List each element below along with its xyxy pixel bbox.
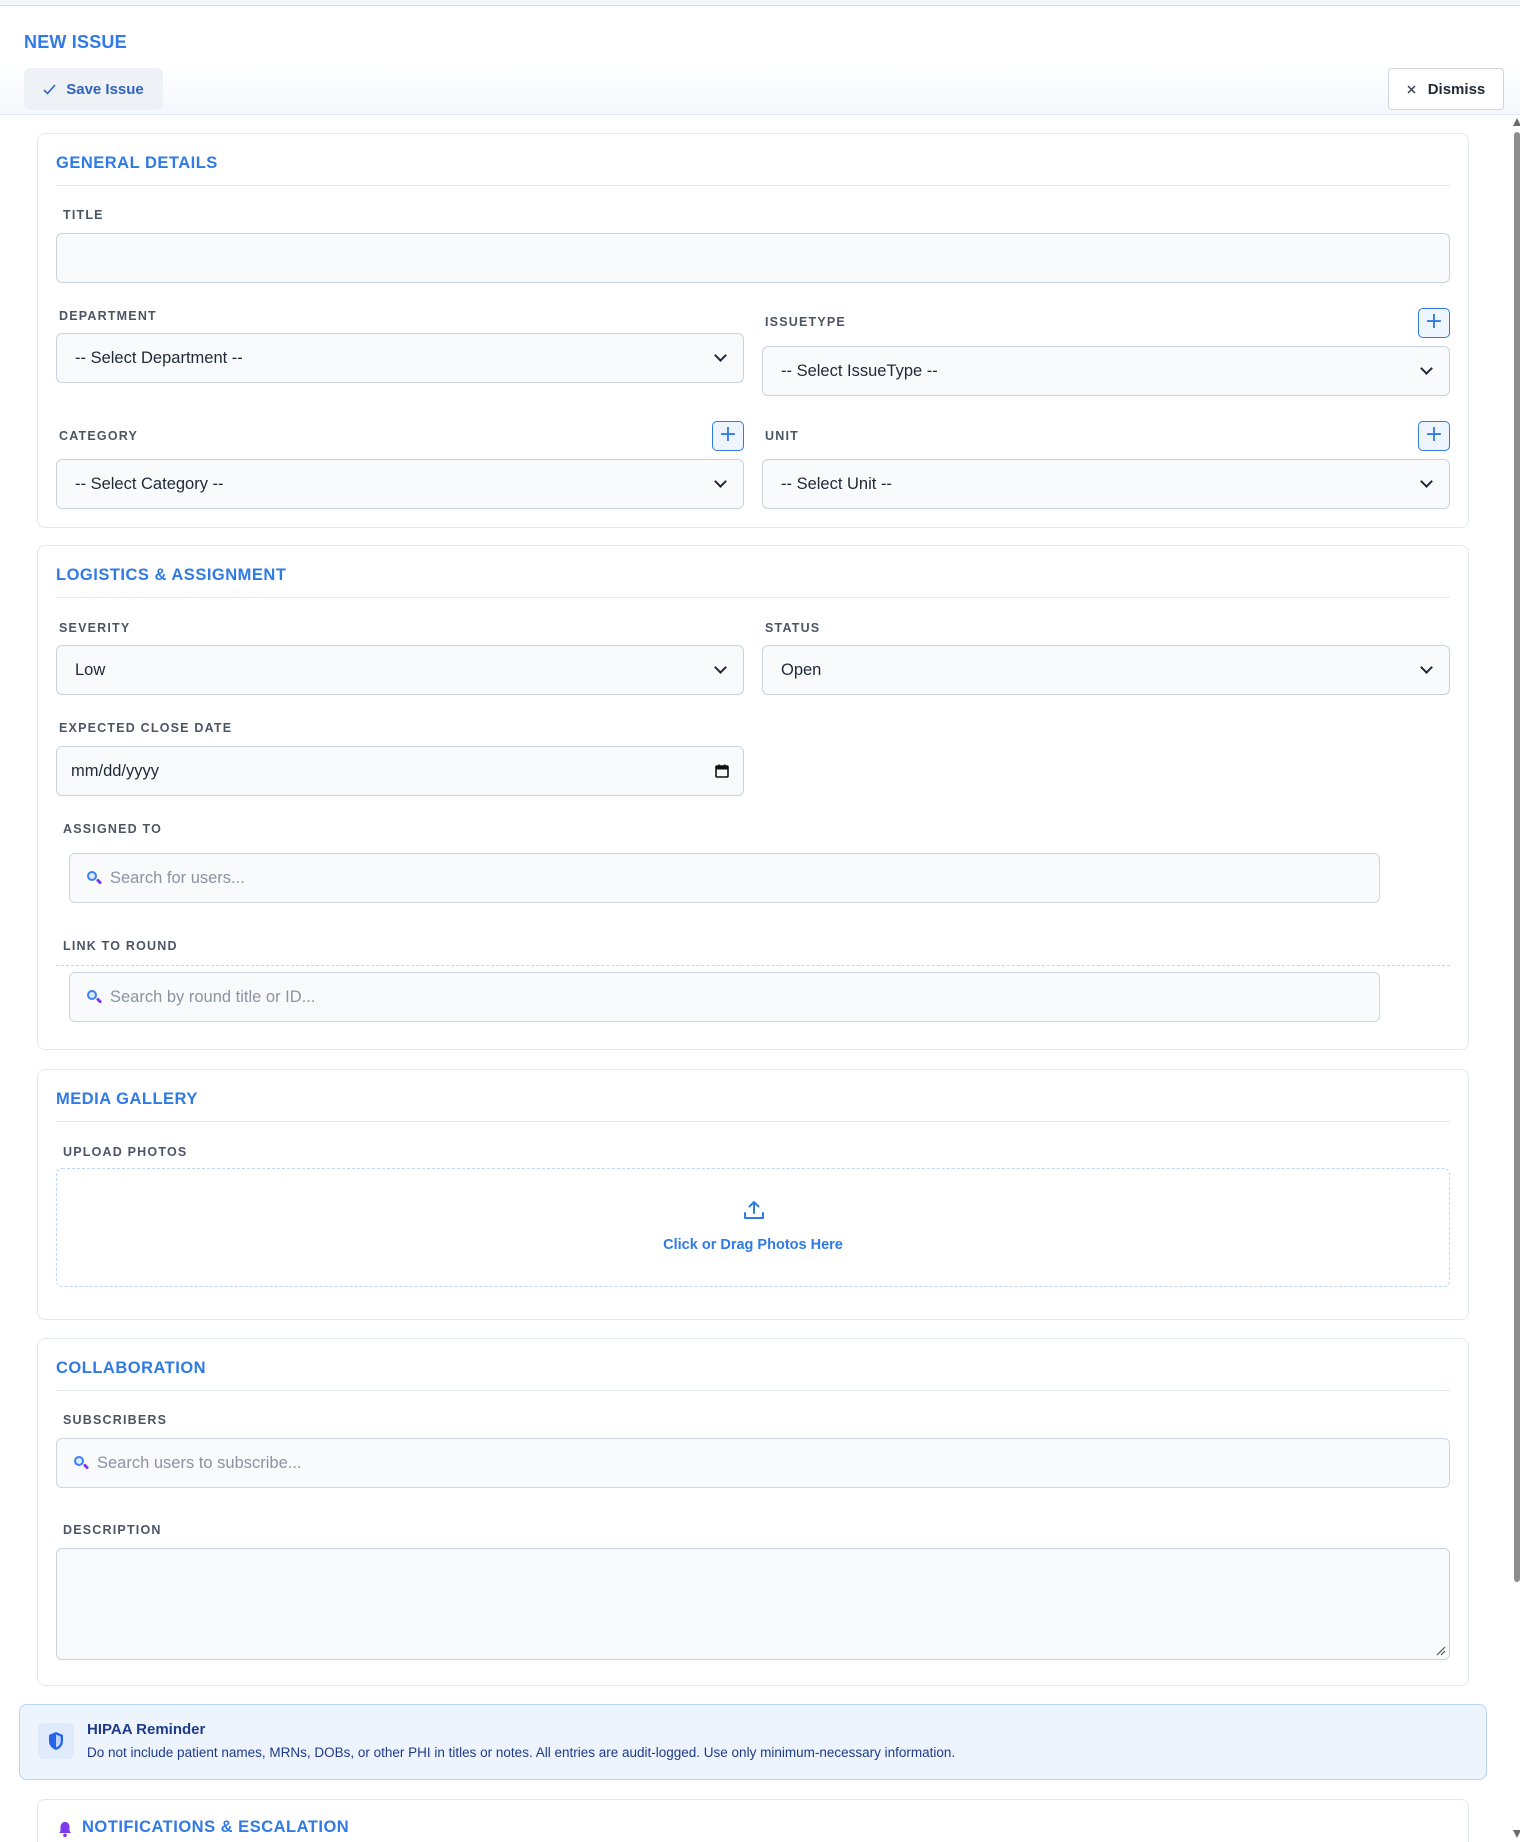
expected-close-date-label: EXPECTED CLOSE DATE (59, 721, 233, 735)
title-input[interactable] (56, 233, 1450, 283)
link-to-round-placeholder: Search by round title or ID... (110, 987, 316, 1006)
unit-select[interactable]: -- Select Unit -- (762, 459, 1450, 509)
shield-icon (38, 1723, 74, 1759)
add-issuetype-button[interactable]: + (1418, 308, 1450, 338)
search-icon (86, 989, 103, 1005)
status-select[interactable]: Open (762, 645, 1450, 695)
description-label: DESCRIPTION (63, 1523, 162, 1537)
issuetype-selected-value: -- Select IssueType -- (781, 361, 938, 380)
title-label: TITLE (63, 208, 104, 222)
scrollbar[interactable] (1510, 118, 1520, 1842)
subscribers-label: SUBSCRIBERS (63, 1413, 168, 1427)
media-gallery-section: MEDIA GALLERY UPLOAD PHOTOS Click or Dra… (37, 1069, 1469, 1320)
collaboration-section: COLLABORATION SUBSCRIBERS Search users t… (37, 1338, 1469, 1686)
logistics-assignment-section: LOGISTICS & ASSIGNMENT SEVERITY Low STAT… (37, 545, 1469, 1050)
save-issue-label: Save Issue (66, 80, 144, 98)
notifications-escalation-section: NOTIFICATIONS & ESCALATION (37, 1799, 1469, 1842)
expected-close-date-input[interactable]: mm/dd/yyyy (56, 746, 744, 796)
add-category-button[interactable]: + (712, 421, 744, 451)
section-title: COLLABORATION (56, 1359, 207, 1377)
dismiss-label: Dismiss (1427, 80, 1486, 98)
hipaa-text: Do not include patient names, MRNs, DOBs… (87, 1745, 956, 1760)
date-placeholder: mm/dd/yyyy (71, 761, 160, 780)
check-icon (43, 83, 56, 95)
scroll-thumb[interactable] (1514, 132, 1520, 1582)
scroll-up-arrow[interactable] (1513, 118, 1520, 126)
window-top-edge (0, 0, 1520, 6)
link-to-round-label: LINK TO ROUND (63, 939, 178, 953)
save-issue-button[interactable]: Save Issue (24, 68, 163, 110)
resize-handle-icon[interactable] (1436, 1646, 1446, 1656)
issuetype-label: ISSUETYPE (765, 315, 846, 329)
department-label: DEPARTMENT (59, 309, 157, 323)
assigned-to-label: ASSIGNED TO (63, 822, 163, 836)
toolbar: Save Issue Dismiss (0, 60, 1520, 115)
hipaa-reminder-banner: HIPAA Reminder Do not include patient na… (19, 1704, 1487, 1780)
assigned-to-placeholder: Search for users... (110, 868, 245, 887)
department-selected-value: -- Select Department -- (75, 348, 243, 367)
dashed-divider (56, 965, 1450, 966)
unit-label: UNIT (765, 429, 799, 443)
page-title: NEW ISSUE (24, 32, 127, 52)
section-divider (56, 1121, 1450, 1122)
chevron-down-icon (714, 475, 727, 488)
severity-select[interactable]: Low (56, 645, 744, 695)
severity-selected-value: Low (75, 660, 106, 679)
section-title: NOTIFICATIONS & ESCALATION (82, 1818, 350, 1836)
chevron-down-icon (714, 349, 727, 362)
department-select[interactable]: -- Select Department -- (56, 333, 744, 383)
search-icon (86, 870, 103, 886)
chevron-down-icon (714, 661, 727, 674)
category-select[interactable]: -- Select Category -- (56, 459, 744, 509)
dismiss-button[interactable]: Dismiss (1388, 68, 1504, 110)
section-divider (56, 1390, 1450, 1391)
bell-icon (59, 1822, 71, 1838)
close-icon (1407, 84, 1416, 94)
dropzone-text: Click or Drag Photos Here (663, 1237, 843, 1253)
section-title: MEDIA GALLERY (56, 1090, 198, 1108)
subscribers-search-input[interactable]: Search users to subscribe... (56, 1438, 1450, 1488)
photo-dropzone[interactable]: Click or Drag Photos Here (56, 1168, 1450, 1287)
section-divider (56, 597, 1450, 598)
upload-icon (744, 1201, 764, 1219)
search-icon (73, 1455, 90, 1471)
chevron-down-icon (1420, 661, 1433, 674)
issuetype-select[interactable]: -- Select IssueType -- (762, 346, 1450, 396)
hipaa-title: HIPAA Reminder (87, 1721, 206, 1738)
category-label: CATEGORY (59, 429, 139, 443)
general-details-section: GENERAL DETAILS TITLE DEPARTMENT -- Sele… (37, 133, 1469, 528)
chevron-down-icon (1420, 362, 1433, 375)
section-title: LOGISTICS & ASSIGNMENT (56, 566, 287, 584)
subscribers-placeholder: Search users to subscribe... (97, 1453, 302, 1472)
section-divider (56, 185, 1450, 186)
link-to-round-search-input[interactable]: Search by round title or ID... (69, 972, 1380, 1022)
chevron-down-icon (1420, 475, 1433, 488)
category-selected-value: -- Select Category -- (75, 474, 224, 493)
add-unit-button[interactable]: + (1418, 421, 1450, 451)
description-textarea[interactable] (56, 1548, 1450, 1660)
section-title: GENERAL DETAILS (56, 154, 218, 172)
assigned-to-search-input[interactable]: Search for users... (69, 853, 1380, 903)
severity-label: SEVERITY (59, 621, 131, 635)
status-selected-value: Open (781, 660, 822, 679)
upload-photos-label: UPLOAD PHOTOS (63, 1145, 188, 1159)
calendar-icon[interactable] (715, 764, 729, 778)
scroll-down-arrow[interactable] (1513, 1830, 1520, 1838)
unit-selected-value: -- Select Unit -- (781, 474, 892, 493)
status-label: STATUS (765, 621, 821, 635)
